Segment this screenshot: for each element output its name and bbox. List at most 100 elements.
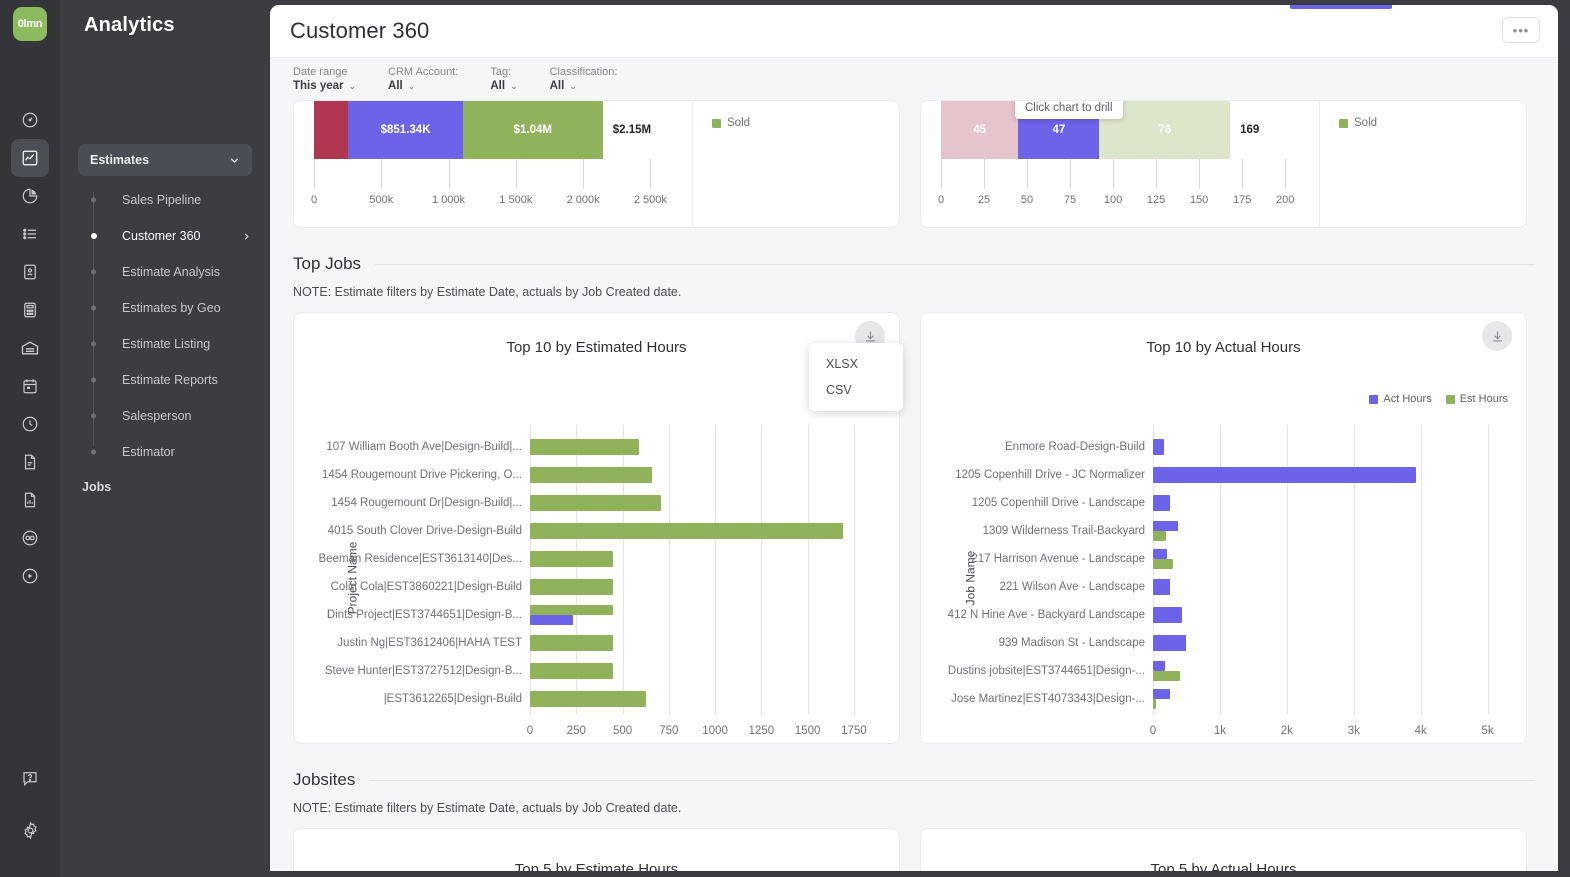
play-icon[interactable] <box>11 557 49 595</box>
bar-chart-plot[interactable]: Job Name 01k2k3k4k5kEnmore Road-Design-B… <box>921 413 1526 743</box>
legend-label-act-hours: Act Hours <box>1383 393 1431 405</box>
bar-act-hours[interactable] <box>1153 549 1167 559</box>
bullet-icon <box>91 378 96 383</box>
stacked-segment-sold[interactable]: $1.04M <box>463 101 603 159</box>
bar-act-hours[interactable] <box>1153 635 1186 651</box>
axis-tick <box>984 159 985 189</box>
sidebar-item-estimate-listing[interactable]: Estimate Listing <box>84 326 270 362</box>
sidebar-item-estimate-analysis[interactable]: Estimate Analysis <box>84 254 270 290</box>
x-axis-tick-label: 1750 <box>841 725 867 737</box>
line-chart-icon[interactable] <box>11 139 49 177</box>
axis-tick-label: 150 <box>1190 194 1208 206</box>
download-icon[interactable] <box>1482 321 1512 351</box>
sidebar-item-salesperson[interactable]: Salesperson <box>84 398 270 434</box>
category-label: 412 N Hine Ave - Backyard Landscape <box>930 609 1145 621</box>
bar-est-hours[interactable] <box>530 467 652 483</box>
gear-icon[interactable] <box>11 811 49 849</box>
more-options-button[interactable]: ••• <box>1502 17 1540 43</box>
chevron-down-icon: ⌄ <box>349 79 357 94</box>
category-label: 1205 Copenhill Drive - JC Normalizer <box>930 469 1145 481</box>
bar-act-hours[interactable] <box>1153 439 1164 455</box>
contact-card-icon[interactable] <box>11 253 49 291</box>
card-top5-estimate-hours: Top 5 by Estimate Hours <box>293 828 900 871</box>
bar-act-hours[interactable] <box>1153 607 1182 623</box>
page-header: Customer 360 ••• <box>270 5 1558 57</box>
section-divider <box>369 780 1535 781</box>
warehouse-icon[interactable] <box>11 329 49 367</box>
bar-est-hours[interactable] <box>1153 559 1173 569</box>
gauge-icon[interactable] <box>11 101 49 139</box>
sidebar-item-estimate-reports[interactable]: Estimate Reports <box>84 362 270 398</box>
sidebar-item-customer-360[interactable]: Customer 360 <box>84 218 270 254</box>
filter-date-range[interactable]: Date range This year ⌄ <box>293 65 356 94</box>
stacked-bar-value-chart[interactable]: $851.34K$1.04M $2.15M 0500k1 000k1 500k2… <box>294 101 899 228</box>
category-label: 221 Wilson Ave - Landscape <box>930 581 1145 593</box>
bar-act-hours[interactable] <box>1153 689 1170 699</box>
bar-act-hours[interactable] <box>1153 579 1170 595</box>
pie-chart-icon[interactable] <box>11 177 49 215</box>
bar-act-hours[interactable] <box>1153 521 1178 531</box>
bar-est-hours[interactable] <box>530 663 613 679</box>
dashboard-scroll-area[interactable]: $851.34K$1.04M $2.15M 0500k1 000k1 500k2… <box>270 100 1558 871</box>
filter-crm-account[interactable]: CRM Account: All ⌄ <box>388 65 458 94</box>
chevron-down-icon: ⌄ <box>510 79 518 94</box>
bar-est-hours[interactable] <box>530 691 646 707</box>
list-icon[interactable] <box>11 215 49 253</box>
bar-est-hours[interactable] <box>530 579 613 595</box>
bar-est-hours[interactable] <box>530 495 661 511</box>
calendar-icon[interactable] <box>11 367 49 405</box>
legend-label-est-hours: Est Hours <box>1460 393 1508 405</box>
stacked-bar-count-chart[interactable]: 454776 169 0255075100125150175200 Sold <box>921 101 1526 228</box>
chevron-down-icon: ⌄ <box>408 79 416 94</box>
bar-act-hours[interactable] <box>1153 661 1165 671</box>
chart-legend: Sold <box>1339 117 1377 129</box>
download-format-menu[interactable]: XLSX CSV <box>809 343 903 411</box>
bar-chart-plot[interactable]: Project Name 025050075010001250150017501… <box>294 413 899 743</box>
document-icon[interactable] <box>11 443 49 481</box>
category-label: 4015 South Clover Drive-Design-Build <box>312 525 522 537</box>
chart-legend: Sold <box>712 117 750 129</box>
bar-est-hours[interactable] <box>530 523 843 539</box>
filter-value-text: All <box>388 79 403 94</box>
sidebar-item-sales-pipeline[interactable]: Sales Pipeline <box>84 182 270 218</box>
sidebar-item-estimates-by-geo[interactable]: Estimates by Geo <box>84 290 270 326</box>
sidebar-item-estimator[interactable]: Estimator <box>84 434 270 470</box>
section-header: Jobsites <box>293 770 1535 790</box>
sidebar-item-label: Estimator <box>122 445 175 459</box>
stacked-segment-lost[interactable]: 45 <box>941 101 1018 159</box>
menu-item-csv[interactable]: CSV <box>809 377 903 403</box>
nav-group-estimates[interactable]: Estimates <box>78 144 252 176</box>
goggles-icon[interactable] <box>11 519 49 557</box>
app-logo[interactable]: 0lmn <box>13 7 47 41</box>
sidebar-section-jobs[interactable]: Jobs <box>60 470 270 494</box>
bar-est-hours[interactable] <box>1153 531 1166 541</box>
calculator-icon[interactable] <box>11 291 49 329</box>
bar-est-hours[interactable] <box>530 635 613 651</box>
filter-tag[interactable]: Tag: All ⌄ <box>490 65 517 94</box>
axis-tick <box>583 159 584 189</box>
report-icon[interactable] <box>11 481 49 519</box>
bar-est-hours[interactable] <box>530 551 613 567</box>
x-axis-tick-label: 750 <box>659 725 678 737</box>
stacked-bar-series[interactable]: $851.34K$1.04M <box>314 101 603 159</box>
clock-icon[interactable] <box>11 405 49 443</box>
active-tab-indicator <box>1290 5 1392 9</box>
bar-act-hours[interactable] <box>530 615 573 625</box>
bar-est-hours[interactable] <box>530 605 613 615</box>
bar-est-hours[interactable] <box>1153 699 1156 709</box>
help-icon[interactable] <box>11 759 49 797</box>
stacked-segment-lost[interactable] <box>314 101 348 159</box>
chevron-right-icon[interactable] <box>241 231 252 242</box>
bar-est-hours[interactable] <box>1153 671 1180 681</box>
bar-act-hours[interactable] <box>1153 495 1170 511</box>
section-title: Jobsites <box>293 770 355 790</box>
bar-act-hours[interactable] <box>1153 467 1416 483</box>
axis-tick <box>941 159 942 189</box>
bar-est-hours[interactable] <box>530 439 639 455</box>
main-panel: Customer 360 ••• Date range This year ⌄ … <box>270 5 1558 871</box>
axis-tick-label: 200 <box>1276 194 1294 206</box>
menu-item-xlsx[interactable]: XLSX <box>809 351 903 377</box>
stacked-segment-open[interactable]: $851.34K <box>348 101 463 159</box>
filter-label: CRM Account: <box>388 65 458 79</box>
filter-classification[interactable]: Classification: All ⌄ <box>550 65 618 94</box>
